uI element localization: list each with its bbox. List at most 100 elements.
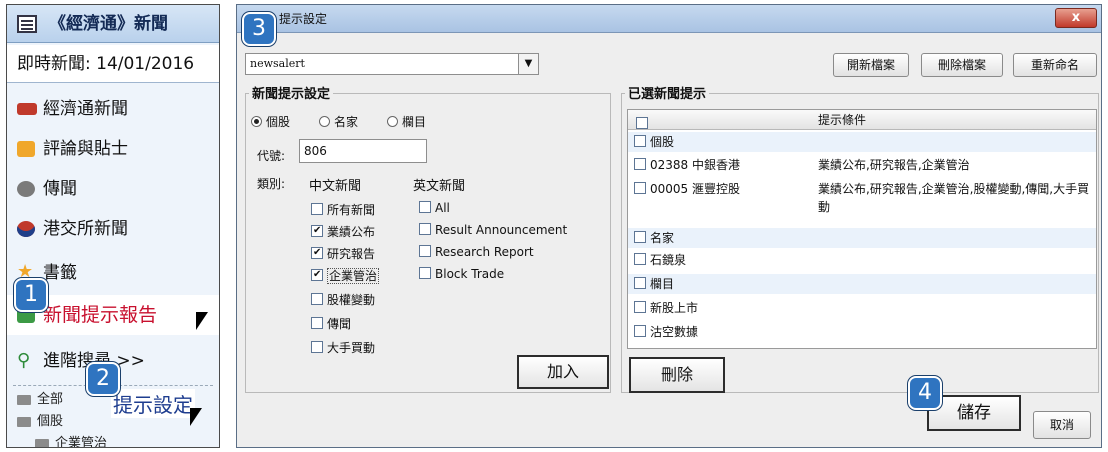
sidebar-item-label: 評論與貼士 [43,139,128,159]
table-row[interactable]: 名家 [628,228,1096,248]
checkbox-all-news[interactable]: 所有新聞 [311,201,375,218]
checkbox-result-announcement[interactable]: Result Announcement [419,223,567,237]
select-all-checkbox[interactable] [636,117,648,129]
checkbox[interactable] [634,231,646,243]
code-label: 代號: [257,149,286,163]
checkbox[interactable] [634,277,646,289]
etnet-logo-icon [17,103,37,115]
chevron-down-icon[interactable]: ▼ [518,54,538,74]
checkbox-label: Block Trade [435,267,505,281]
hkex-icon [17,221,35,237]
sidebar-item-label: 傳聞 [43,179,77,199]
tree-item-stocks[interactable]: 個股 [17,413,63,431]
row-name: 沽空數據 [634,322,698,342]
table-row[interactable]: 新股上市 [628,298,1096,318]
profile-select-value: newsalert [250,57,305,70]
table-row[interactable]: 沽空數據 [628,322,1096,342]
checkbox-label: Result Announcement [435,223,568,237]
folder-icon [17,394,31,405]
checkbox-block-trade-en[interactable]: Block Trade [419,267,504,281]
radio-label: 名家 [334,115,359,129]
radio-button[interactable] [387,116,398,127]
checkbox-governance[interactable]: 企業管治 [311,267,380,284]
checkbox-label: 股權變動 [327,293,376,307]
row-label: 00005 滙豐控股 [650,182,740,196]
checkbox[interactable] [419,245,431,257]
checkbox[interactable] [634,182,646,194]
close-button[interactable]: x [1055,8,1097,28]
alert-settings-legend: 新聞提示設定 [249,83,334,102]
row-label: 欄目 [650,277,675,291]
tree-item-all[interactable]: 全部 [17,391,63,409]
checkbox-block-trade-zh[interactable]: 大手買動 [311,339,375,356]
dialog-title-bar[interactable]: 提示設定 [237,5,1101,33]
sidebar-item-rumours[interactable]: 傳聞 [7,169,219,209]
category-label: 類別: [257,177,286,191]
checkbox[interactable] [419,267,431,279]
checkbox[interactable] [311,225,323,237]
checkbox[interactable] [311,317,323,329]
table-row[interactable]: 02388 中銀香港 業績公布,研究報告,企業管治 [628,154,1096,176]
alert-settings-menu-item[interactable]: 提示設定 [111,389,195,418]
checkbox[interactable] [634,253,646,265]
new-file-button[interactable]: 開新檔案 [833,53,909,77]
checkbox-label: Research Report [435,245,534,259]
checkbox-all-en[interactable]: All [419,201,450,215]
radio-commentator[interactable]: 名家 [319,113,358,130]
checkbox[interactable] [634,301,646,313]
checkbox-research[interactable]: 研究報告 [311,245,375,262]
add-button[interactable]: 加入 [517,355,609,389]
mouse-cursor-icon [190,408,202,426]
table-row[interactable]: 石鏡泉 [628,250,1096,270]
app-logo-icon [17,15,37,33]
megaphone-icon [17,181,35,197]
tree-item-label: 企業管治 [55,436,108,448]
stock-code-input[interactable]: 806 [299,139,427,163]
row-label: 個股 [650,135,675,149]
checkbox[interactable] [419,201,431,213]
realtime-news-date[interactable]: 即時新聞: 14/01/2016 [7,45,219,83]
sidebar-item-hkex-news[interactable]: 港交所新聞 [7,209,219,249]
remove-button[interactable]: 刪除 [629,357,725,393]
rename-button[interactable]: 重新命名 [1013,53,1097,77]
checkbox[interactable] [311,341,323,353]
checkbox-label: 業績公布 [327,225,376,239]
table-header: 提示條件 [628,110,1096,130]
checkbox-shareholding[interactable]: 股權變動 [311,291,375,308]
profile-select[interactable]: newsalert ▼ [245,53,539,75]
checkbox[interactable] [311,203,323,215]
row-name: 石鏡泉 [634,250,686,270]
checkbox-research-report[interactable]: Research Report [419,245,534,259]
checkbox[interactable] [311,269,323,281]
row-name: 02388 中銀香港 [634,154,740,176]
checkbox[interactable] [634,158,646,170]
checkbox-results[interactable]: 業績公布 [311,223,375,240]
row-label: 名家 [650,231,675,245]
tree-item-corporate-governance[interactable]: 企業管治 [35,435,108,448]
table-row[interactable]: 個股 [628,132,1096,152]
checkbox[interactable] [419,223,431,235]
table-row[interactable]: 欄目 [628,274,1096,294]
radio-button[interactable] [319,116,330,127]
checkbox-rumours[interactable]: 傳聞 [311,315,351,332]
table-row[interactable]: 00005 滙豐控股 業績公布,研究報告,企業管治,股權變動,傳聞,大手買動 [628,178,1096,218]
row-name: 名家 [634,228,674,248]
checkbox[interactable] [634,135,646,147]
sidebar-item-etnet-news[interactable]: 經濟通新聞 [7,89,219,129]
delete-file-button[interactable]: 刪除檔案 [921,53,1003,77]
radio-button[interactable] [251,116,262,127]
radio-column[interactable]: 欄目 [387,113,426,130]
step-badge-4: 4 [908,376,942,410]
sidebar-item-commentary[interactable]: 評論與貼士 [7,129,219,169]
row-condition: 業績公布,研究報告,企業管治,股權變動,傳聞,大手買動 [818,182,1090,214]
checkbox[interactable] [311,293,323,305]
checkbox[interactable] [311,247,323,259]
selected-alerts-legend: 已選新聞提示 [625,83,710,102]
search-icon: ⚲ [17,350,31,371]
column-header-condition: 提示條件 [818,113,867,127]
cancel-button[interactable]: 取消 [1033,411,1091,439]
radio-stock[interactable]: 個股 [251,113,290,130]
english-news-header: 英文新聞 [413,179,466,194]
folder-icon [35,438,49,447]
checkbox[interactable] [634,325,646,337]
